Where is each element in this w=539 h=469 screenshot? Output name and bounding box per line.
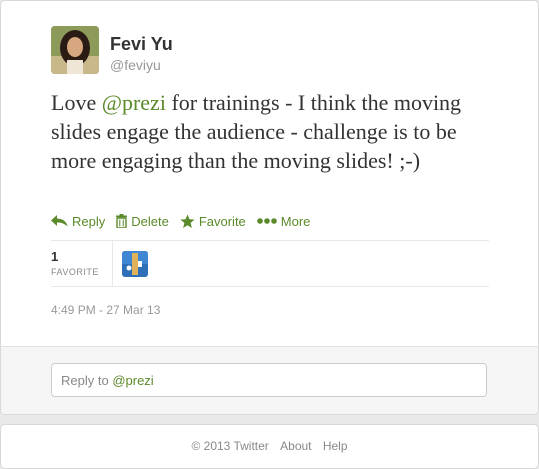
reply-placeholder-mention: @prezi	[112, 373, 154, 388]
mention-link[interactable]: @prezi	[102, 90, 166, 115]
reply-input[interactable]: Reply to @prezi	[51, 363, 487, 397]
reply-button[interactable]: Reply	[51, 214, 105, 229]
tweet-actions: Reply Delete Favorite More	[51, 212, 321, 230]
star-icon	[180, 214, 195, 228]
favorite-count-label: FAVORITE	[51, 267, 99, 277]
favoriter-avatar[interactable]	[122, 251, 148, 277]
divider	[51, 240, 489, 241]
tweet-text: Love @prezi for trainings - I think the …	[51, 88, 491, 175]
author-handle[interactable]: @feviyu	[110, 57, 161, 73]
delete-label: Delete	[131, 213, 169, 229]
trash-icon	[116, 214, 128, 228]
help-link[interactable]: Help	[323, 439, 348, 453]
author-name[interactable]: Fevi Yu	[110, 34, 173, 55]
about-link[interactable]: About	[280, 439, 311, 453]
divider	[51, 286, 489, 287]
copyright-text: © 2013 Twitter	[191, 439, 269, 453]
tweet-card: Fevi Yu @feviyu Love @prezi for training…	[0, 0, 539, 415]
more-button[interactable]: More	[256, 213, 311, 229]
reply-area: Reply to @prezi	[1, 346, 538, 414]
stats-divider	[112, 241, 113, 286]
tweet-timestamp[interactable]: 4:49 PM - 27 Mar 13	[51, 303, 160, 317]
tweet-text-intro: Love	[51, 90, 102, 115]
more-label: More	[280, 213, 311, 229]
favorite-label: Favorite	[198, 213, 246, 229]
favorite-count[interactable]: 1	[51, 249, 58, 264]
author-avatar[interactable]	[51, 26, 99, 74]
reply-placeholder-prefix: Reply to	[61, 373, 113, 388]
reply-arrow-icon	[51, 215, 68, 227]
favorite-button[interactable]: Favorite	[180, 214, 246, 229]
dots-icon	[256, 218, 277, 224]
footer: © 2013 Twitter About Help	[0, 424, 539, 469]
reply-label: Reply	[72, 213, 106, 229]
delete-button[interactable]: Delete	[116, 214, 169, 229]
